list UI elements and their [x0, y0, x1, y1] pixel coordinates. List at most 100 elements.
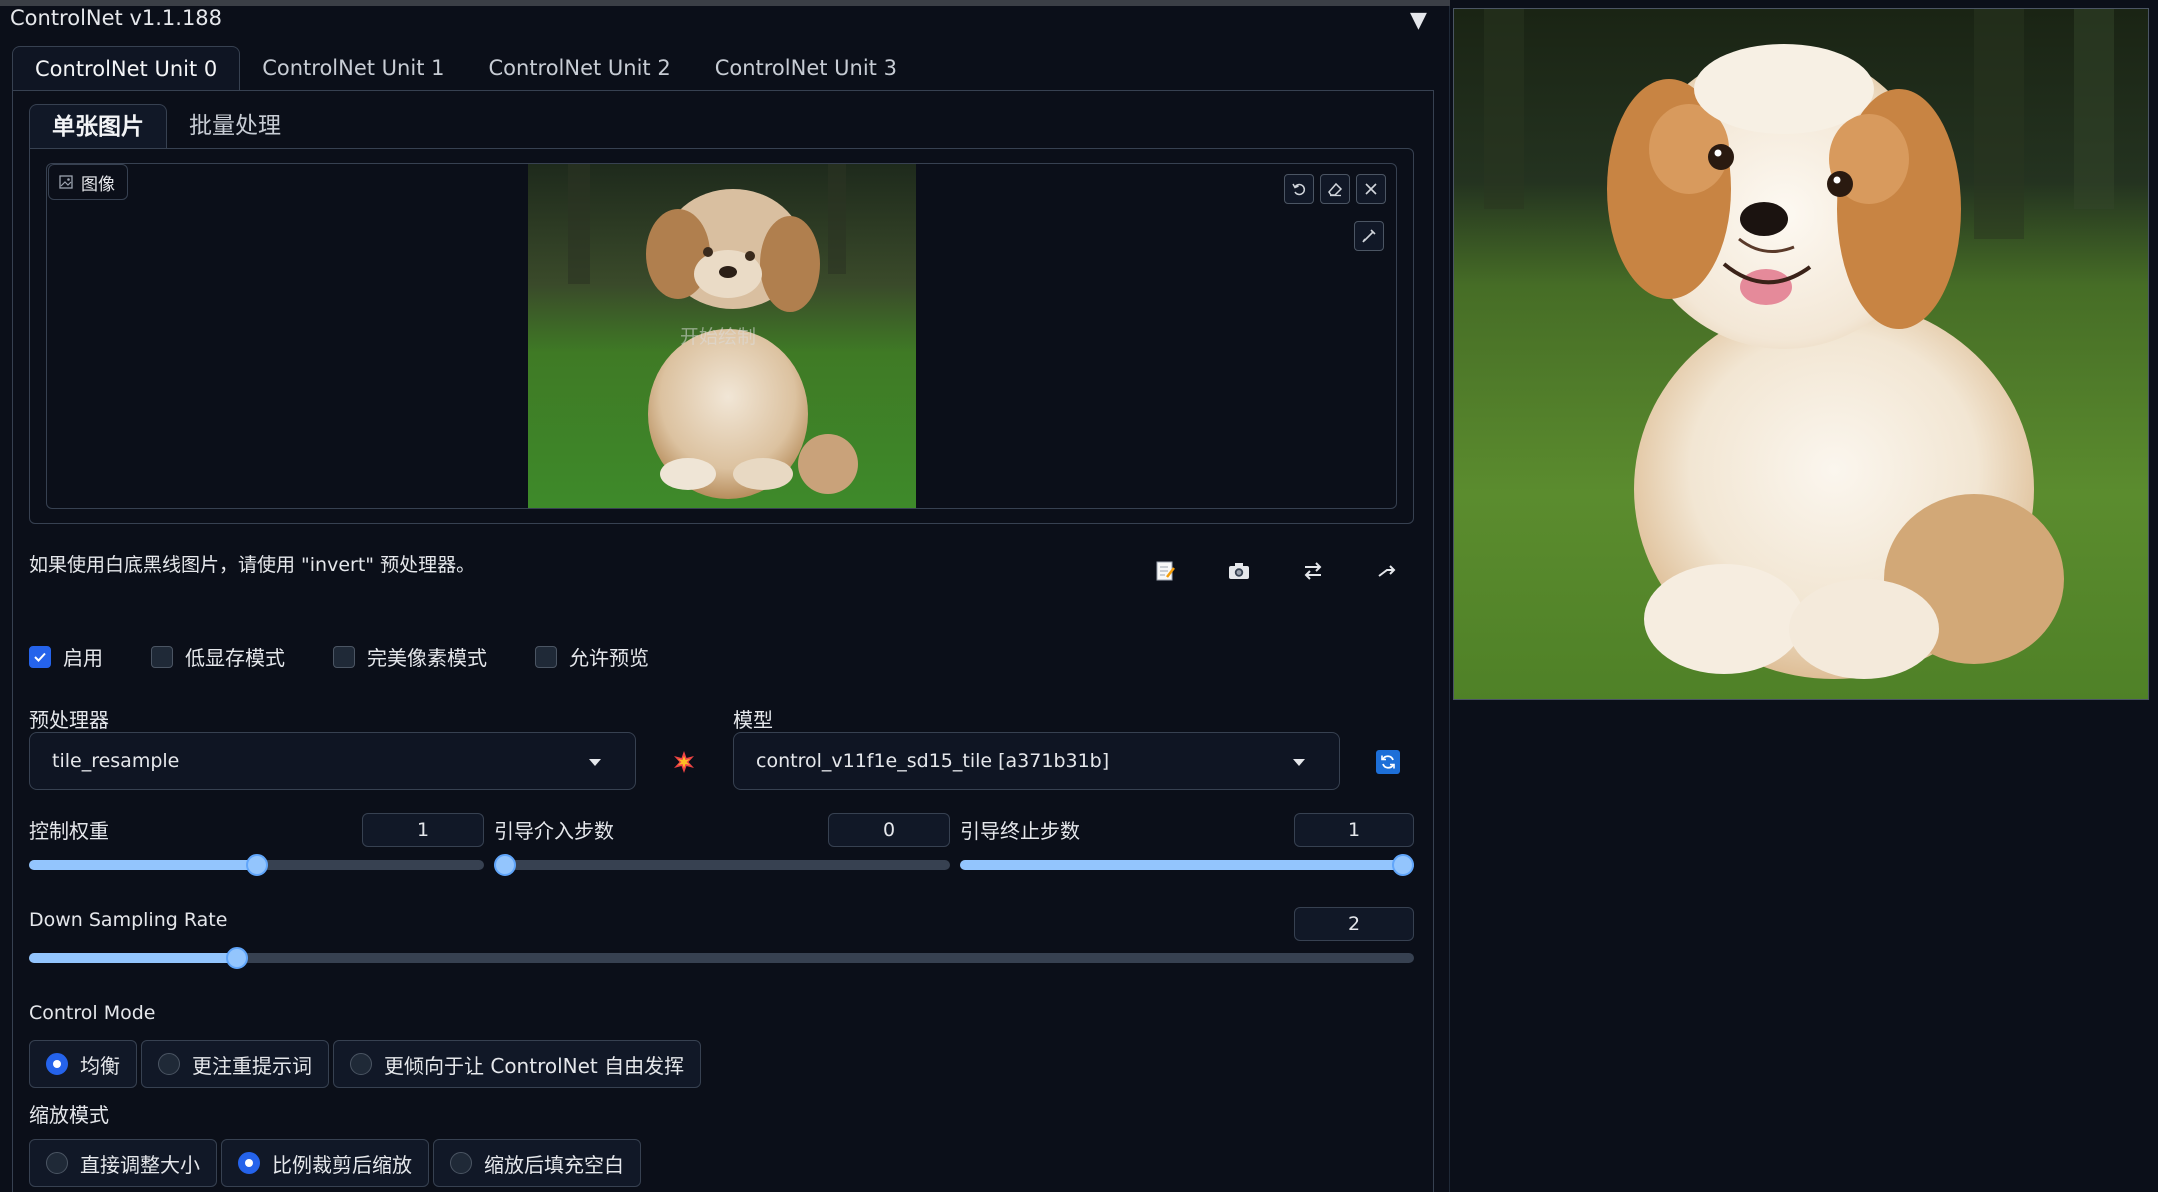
checkbox-box[interactable] [535, 645, 557, 668]
image-label: 图像 [48, 164, 128, 200]
invert-hint: 如果使用白底黑线图片，请使用 "invert" 预处理器。 [29, 554, 476, 576]
run-preprocessor-icon[interactable] [672, 750, 696, 774]
app: ControlNet v1.1.188 ▼ ControlNet Unit 0 … [0, 0, 2158, 1192]
end-step-input[interactable]: 1 [1294, 813, 1414, 847]
refresh-models-button[interactable] [1376, 750, 1400, 774]
chevron-down-icon [1293, 759, 1305, 766]
model-value: control_v11f1e_sd15_tile [a371b31b] [756, 750, 1110, 772]
preprocessor-select[interactable]: tile_resample [29, 732, 636, 790]
control-mode-option-label: 更注重提示词 [192, 1053, 312, 1078]
resize-mode-option-label: 直接调整大小 [80, 1152, 200, 1177]
resize-mode-group: 直接调整大小 比例裁剪后缩放 缩放后填充空白 [29, 1139, 641, 1187]
tab-batch[interactable]: 批量处理 [167, 104, 303, 148]
return-arrow-icon [1378, 565, 1396, 577]
radio-dot[interactable] [238, 1152, 260, 1174]
tab-unit-3[interactable]: ControlNet Unit 3 [693, 46, 919, 90]
image-action-row [1150, 556, 1402, 586]
resize-mode-option-label: 缩放后填充空白 [484, 1152, 624, 1177]
slider-fill [29, 860, 257, 870]
slider-thumb[interactable] [1392, 854, 1414, 876]
weight-input[interactable]: 1 [362, 813, 484, 847]
radio-dot[interactable] [46, 1053, 68, 1075]
end-step-label: 引导终止步数 [960, 819, 1080, 843]
allow-preview-checkbox[interactable]: 允许预览 [535, 642, 649, 671]
swap-arrows-icon [1304, 562, 1322, 580]
tab-unit-1[interactable]: ControlNet Unit 1 [240, 46, 466, 90]
output-image[interactable] [1453, 8, 2149, 700]
allow-preview-label: 允许预览 [569, 646, 649, 670]
tab-unit-0[interactable]: ControlNet Unit 0 [12, 46, 241, 90]
pixel-perfect-checkbox[interactable]: 完美像素模式 [333, 642, 487, 671]
start-step-slider[interactable] [494, 854, 950, 876]
chevron-down-icon [589, 759, 601, 766]
tab-unit-2[interactable]: ControlNet Unit 2 [466, 46, 692, 90]
checkbox-box[interactable] [333, 645, 355, 668]
brush-icon [1362, 229, 1376, 243]
eraser-icon [1328, 182, 1343, 197]
resize-mode-fill[interactable]: 缩放后填充空白 [433, 1139, 641, 1187]
controlnet-panel: ControlNet v1.1.188 ▼ ControlNet Unit 0 … [0, 0, 1450, 1192]
dog-output-image [1454, 9, 2148, 699]
eraser-button[interactable] [1320, 174, 1350, 204]
check-icon [34, 652, 46, 662]
resize-mode-crop[interactable]: 比例裁剪后缩放 [221, 1139, 429, 1187]
radio-dot[interactable] [158, 1053, 180, 1075]
input-mode-tabs: 单张图片 批量处理 [29, 104, 303, 148]
weight-slider[interactable] [29, 854, 484, 876]
refresh-icon [1381, 755, 1395, 769]
enable-label: 启用 [63, 646, 103, 670]
start-step-label: 引导介入步数 [494, 819, 614, 843]
low-vram-label: 低显存模式 [185, 646, 285, 670]
control-mode-prompt[interactable]: 更注重提示词 [141, 1040, 329, 1088]
resize-mode-option-label: 比例裁剪后缩放 [272, 1152, 412, 1177]
control-mode-option-label: 均衡 [80, 1053, 120, 1078]
close-icon [1365, 183, 1377, 195]
collapse-arrow-icon[interactable]: ▼ [1410, 8, 1427, 33]
undo-icon [1292, 183, 1306, 196]
accordion-title[interactable]: ControlNet v1.1.188 [10, 6, 222, 30]
low-vram-checkbox[interactable]: 低显存模式 [151, 642, 285, 671]
start-drawing-hint: 开始绘制 [680, 326, 757, 348]
resize-mode-just-resize[interactable]: 直接调整大小 [29, 1139, 217, 1187]
control-mode-group: 均衡 更注重提示词 更倾向于让 ControlNet 自由发挥 [29, 1040, 702, 1088]
clear-button[interactable] [1356, 174, 1386, 204]
checkbox-box[interactable] [29, 645, 51, 668]
mirror-webcam-button[interactable] [1298, 556, 1328, 586]
start-step-input[interactable]: 0 [828, 813, 950, 847]
end-step-slider[interactable] [960, 854, 1414, 876]
slider-fill [29, 953, 237, 963]
slider-thumb[interactable] [245, 854, 268, 876]
new-canvas-button[interactable] [1150, 556, 1180, 586]
model-select[interactable]: control_v11f1e_sd15_tile [a371b31b] [733, 732, 1340, 790]
slider-thumb[interactable] [225, 947, 248, 969]
memo-icon [1156, 561, 1175, 581]
enable-checkbox[interactable]: 启用 [29, 642, 103, 671]
tab-single-image[interactable]: 单张图片 [29, 104, 167, 148]
control-mode-label: Control Mode [29, 1002, 156, 1024]
options-checkboxes: 启用 低显存模式 完美像素模式 允许预览 [29, 642, 649, 671]
slider-thumb[interactable] [494, 854, 516, 876]
image-icon [59, 175, 73, 189]
webcam-button[interactable] [1224, 556, 1254, 586]
control-mode-option-label: 更倾向于让 ControlNet 自由发挥 [384, 1053, 685, 1078]
brush-button[interactable] [1354, 221, 1384, 251]
radio-dot[interactable] [350, 1053, 372, 1075]
undo-button[interactable] [1284, 174, 1314, 204]
down-sampling-label: Down Sampling Rate [29, 909, 228, 931]
control-mode-controlnet[interactable]: 更倾向于让 ControlNet 自由发挥 [333, 1040, 702, 1088]
preprocessor-value: tile_resample [52, 750, 180, 772]
preprocessor-label: 预处理器 [29, 708, 109, 732]
send-dimensions-button[interactable] [1372, 556, 1402, 586]
down-sampling-slider[interactable] [29, 947, 1414, 969]
pixel-perfect-label: 完美像素模式 [367, 646, 487, 670]
resize-mode-label: 缩放模式 [29, 1103, 109, 1127]
radio-dot[interactable] [450, 1152, 472, 1174]
camera-icon [1229, 563, 1249, 579]
control-mode-balanced[interactable]: 均衡 [29, 1040, 137, 1088]
radio-dot[interactable] [46, 1152, 68, 1174]
down-sampling-input[interactable]: 2 [1294, 907, 1414, 941]
weight-label: 控制权重 [29, 819, 109, 843]
checkbox-box[interactable] [151, 645, 173, 668]
image-toolbar [1284, 174, 1386, 204]
slider-fill [960, 860, 1414, 870]
